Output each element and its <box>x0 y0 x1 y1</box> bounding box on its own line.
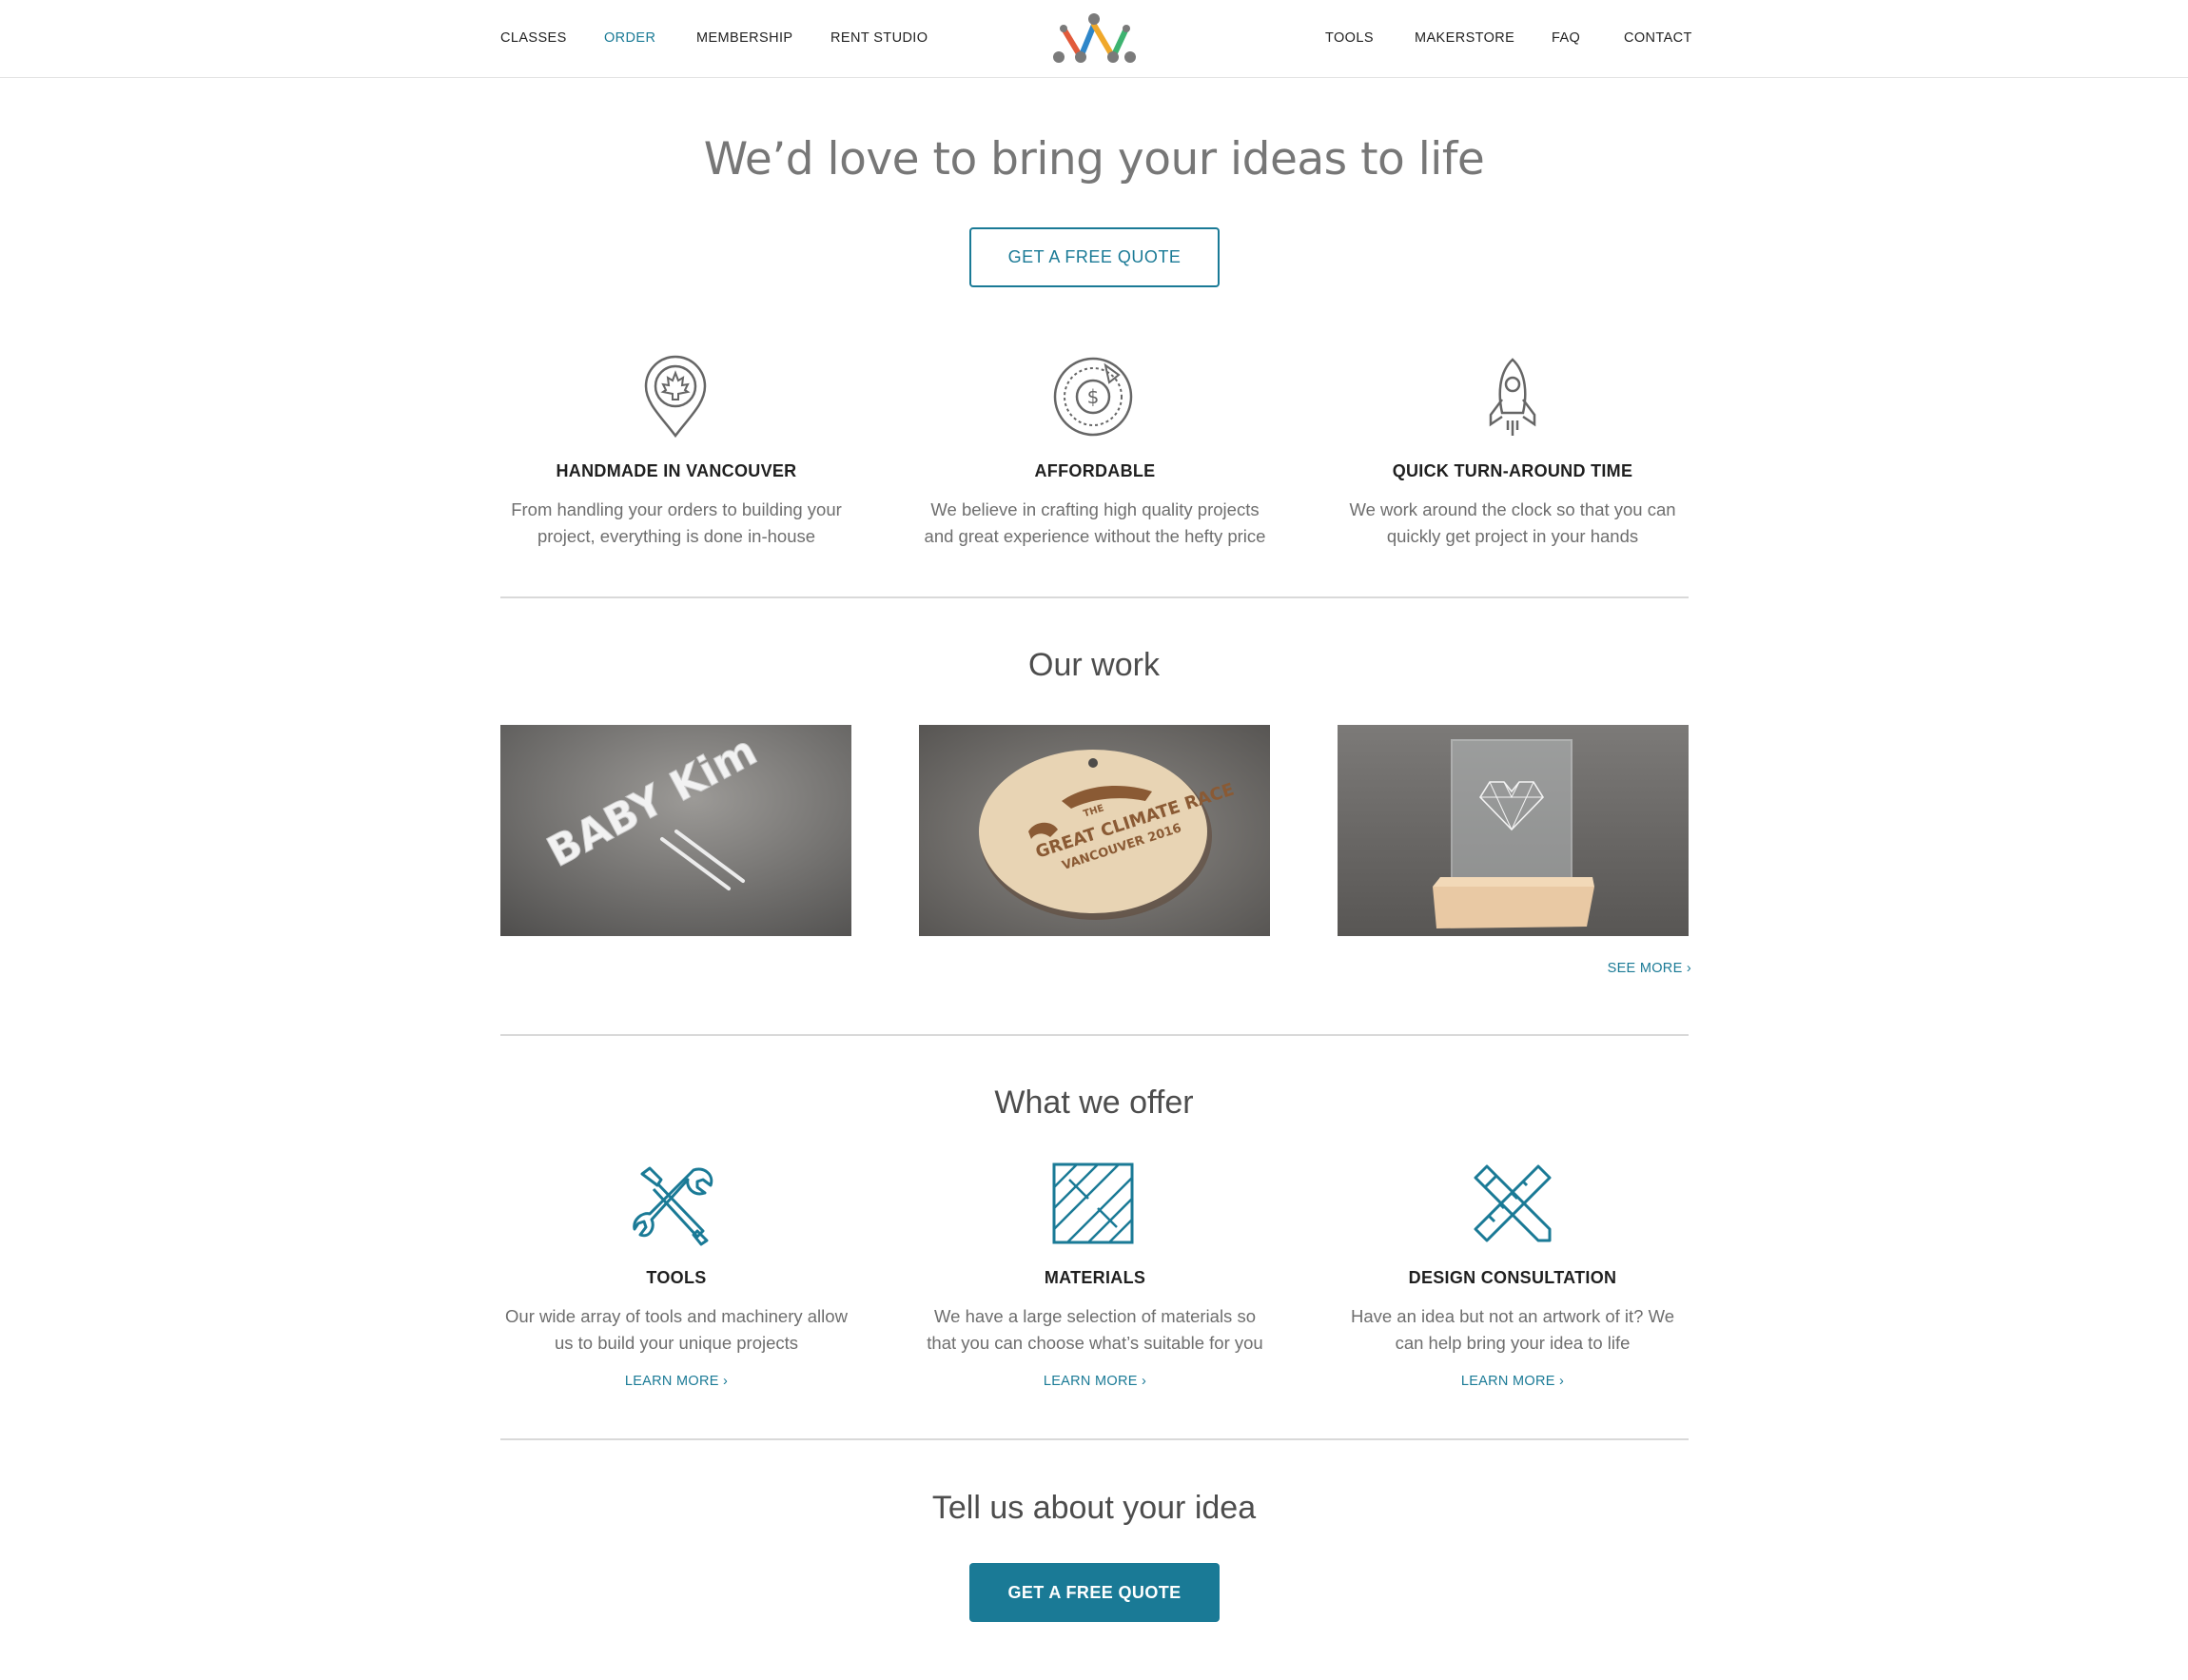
offer-materials: MATERIALS We have a large selection of m… <box>919 1268 1271 1390</box>
offer-tools: TOOLS Our wide array of tools and machin… <box>500 1268 852 1390</box>
offer-description: We have a large selection of materials s… <box>927 1306 1263 1353</box>
offer-title: DESIGN CONSULTATION <box>1408 1268 1617 1287</box>
offer-design-consultation: DESIGN CONSULTATION Have an idea but not… <box>1337 1268 1689 1390</box>
feature-handmade: HANDMADE IN VANCOUVER From handling your… <box>500 461 852 550</box>
nav-link-contact[interactable]: CONTACT <box>1624 29 1692 47</box>
offer-description: Have an idea but not an artwork of it? W… <box>1350 1306 1675 1353</box>
cta-title: Tell us about your idea <box>931 1490 1257 1526</box>
feature-quick-turnaround: QUICK TURN-AROUND TIME We work around th… <box>1337 461 1689 550</box>
nav-link-makerstore[interactable]: MAKERSTORE <box>1415 29 1514 47</box>
tools-icon <box>633 1166 713 1246</box>
see-more-link[interactable]: SEE MORE › <box>1579 961 1691 976</box>
feature-title: QUICK TURN-AROUND TIME <box>1392 461 1633 480</box>
nav-link-order[interactable]: ORDER <box>604 29 655 47</box>
what-we-offer-title: What we offer <box>994 1084 1194 1121</box>
section-divider <box>500 1438 1689 1440</box>
learn-more-design-link[interactable]: LEARN MORE › <box>1461 1374 1564 1389</box>
our-work-title: Our work <box>1028 647 1160 683</box>
maple-leaf-pin-icon <box>644 355 707 439</box>
learn-more-tools-link[interactable]: LEARN MORE › <box>625 1374 728 1389</box>
design-consultation-icon <box>1474 1164 1552 1242</box>
logo-icon[interactable] <box>1046 8 1142 68</box>
get-free-quote-button-bottom[interactable]: GET A FREE QUOTE <box>969 1563 1220 1622</box>
feature-title: AFFORDABLE <box>1034 461 1156 480</box>
work-image-cake-topper[interactable]: BABY Kim <box>500 725 851 936</box>
feature-title: HANDMADE IN VANCOUVER <box>556 461 797 480</box>
work-image-wooden-tag[interactable]: THE GREAT CLIMATE RACE VANCOUVER 2016 <box>919 725 1270 936</box>
get-free-quote-button[interactable]: GET A FREE QUOTE <box>969 227 1220 287</box>
section-divider <box>500 596 1689 598</box>
feature-affordable: AFFORDABLE We believe in crafting high q… <box>919 461 1271 550</box>
feature-description: We believe in crafting high quality proj… <box>924 499 1266 546</box>
top-navigation: CLASSES ORDER MEMBERSHIP RENT STUDIO TOO… <box>0 0 2188 78</box>
hero-title: We’d love to bring your ideas to life <box>703 133 1485 186</box>
work-image-acrylic-plaque[interactable] <box>1338 725 1689 936</box>
feature-description: We work around the clock so that you can… <box>1349 499 1676 546</box>
svg-text:$: $ <box>1087 385 1100 408</box>
materials-icon <box>1052 1162 1134 1244</box>
nav-link-membership[interactable]: MEMBERSHIP <box>696 29 793 47</box>
dollar-coin-icon: $ <box>1053 357 1133 437</box>
nav-link-rent-studio[interactable]: RENT STUDIO <box>830 29 928 47</box>
feature-description: From handling your orders to building yo… <box>511 499 842 546</box>
rocket-icon <box>1489 358 1536 436</box>
nav-link-tools[interactable]: TOOLS <box>1325 29 1374 47</box>
offer-description: Our wide array of tools and machinery al… <box>505 1306 848 1353</box>
offer-title: MATERIALS <box>1044 1268 1146 1287</box>
learn-more-materials-link[interactable]: LEARN MORE › <box>1044 1374 1146 1389</box>
nav-link-faq[interactable]: FAQ <box>1552 29 1580 47</box>
offer-title: TOOLS <box>646 1268 707 1287</box>
nav-link-classes[interactable]: CLASSES <box>500 29 567 47</box>
section-divider <box>500 1034 1689 1036</box>
